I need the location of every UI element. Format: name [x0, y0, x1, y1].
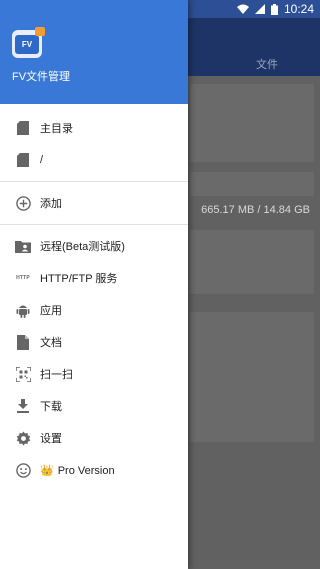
download-icon: [14, 397, 32, 415]
wifi-icon: [236, 4, 249, 14]
background-card: [190, 312, 314, 442]
settings-icon: [14, 429, 32, 447]
drawer-item-label: 设置: [40, 433, 62, 445]
divider: [0, 224, 188, 225]
background-card: [190, 230, 314, 294]
navigation-drawer: FV FV文件管理 主目录 / 添加 远程(Beta测试版) HTTP HTTP…: [0, 0, 188, 569]
drawer-title: FV文件管理: [12, 71, 71, 83]
logo-badge: [35, 27, 45, 36]
drawer-item-http-ftp[interactable]: HTTP HTTP/FTP 服务: [0, 262, 188, 294]
drawer-item-label: Pro Version: [57, 464, 115, 477]
drawer-item-downloads[interactable]: 下载: [0, 390, 188, 422]
drawer-item-label: 添加: [40, 198, 62, 210]
background-card: [190, 84, 314, 162]
signal-icon: [254, 4, 265, 14]
app-logo-icon: FV: [12, 27, 45, 58]
drawer-item-label: 扫一扫: [40, 369, 73, 381]
drawer-item-add[interactable]: 添加: [0, 187, 188, 219]
drawer-item-root[interactable]: /: [0, 144, 188, 176]
drawer-item-label: /: [40, 154, 44, 166]
drawer-item-label: 文档: [40, 337, 62, 349]
divider: [0, 181, 188, 182]
drawer-item-label-wrapper: 👑 Pro Version: [40, 464, 115, 477]
status-time: 10:24: [283, 2, 314, 16]
drawer-item-documents[interactable]: 文档: [0, 326, 188, 358]
storage-usage-text: 665.17 MB / 14.84 GB: [201, 204, 310, 216]
drawer-item-label: 远程(Beta测试版): [40, 241, 125, 253]
battery-icon: [270, 3, 278, 15]
android-icon: [14, 301, 32, 319]
smiley-icon: [14, 461, 32, 479]
drawer-item-home[interactable]: 主目录: [0, 112, 188, 144]
drawer-item-apps[interactable]: 应用: [0, 294, 188, 326]
drawer-header: FV FV文件管理: [0, 0, 188, 104]
drawer-item-label: 应用: [40, 305, 62, 317]
document-icon: [14, 333, 32, 351]
drawer-item-label: 下载: [40, 401, 62, 413]
drawer-item-label: 主目录: [40, 123, 73, 135]
logo-text: FV: [15, 35, 39, 54]
drawer-item-scan[interactable]: 扫一扫: [0, 358, 188, 390]
scan-icon: [14, 365, 32, 383]
drawer-item-label: HTTP/FTP 服务: [40, 273, 118, 285]
drawer-item-pro-version[interactable]: 👑 Pro Version: [0, 454, 188, 486]
http-icon-text: HTTP: [16, 275, 30, 281]
drawer-item-settings[interactable]: 设置: [0, 422, 188, 454]
tab-files[interactable]: 文件: [256, 56, 278, 72]
crown-icon: 👑: [40, 464, 54, 477]
background-card: [190, 172, 314, 196]
sd-card-icon: [14, 119, 32, 137]
http-icon: HTTP: [14, 269, 32, 287]
add-circle-icon: [14, 194, 32, 212]
remote-folder-icon: [14, 237, 32, 255]
sd-card-icon: [14, 151, 32, 169]
drawer-item-remote[interactable]: 远程(Beta测试版): [0, 230, 188, 262]
